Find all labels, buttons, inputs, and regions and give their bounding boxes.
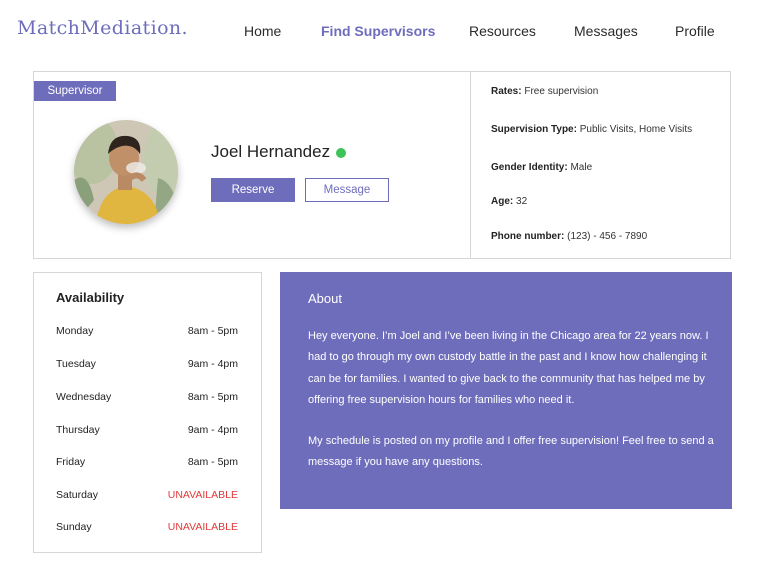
availability-row: Wednesday 8am - 5pm: [56, 391, 238, 405]
detail-label: Gender Identity:: [491, 162, 568, 173]
detail-value: Free supervision: [524, 86, 599, 97]
nav-profile[interactable]: Profile: [675, 23, 715, 39]
availability-day: Sunday: [56, 521, 92, 533]
availability-day: Thursday: [56, 424, 100, 436]
detail-supervision-type: Supervision Type: Public Visits, Home Vi…: [491, 124, 692, 135]
availability-hours: UNAVAILABLE: [167, 489, 238, 501]
detail-label: Rates:: [491, 86, 522, 97]
availability-day: Tuesday: [56, 358, 96, 370]
availability-hours: 8am - 5pm: [187, 391, 238, 403]
availability-hours: 9am - 4pm: [187, 424, 238, 436]
availability-row: Sunday UNAVAILABLE: [56, 521, 238, 535]
divider: [470, 72, 471, 258]
nav-home[interactable]: Home: [244, 23, 281, 39]
availability-hours: 8am - 5pm: [187, 325, 238, 337]
availability-row: Saturday UNAVAILABLE: [56, 489, 238, 503]
availability-day: Monday: [56, 325, 94, 337]
detail-gender-identity: Gender Identity: Male: [491, 162, 592, 173]
availability-row: Thursday 9am - 4pm: [56, 424, 238, 438]
detail-age: Age: 32: [491, 196, 527, 207]
availability-day: Saturday: [56, 489, 99, 501]
availability-card: Availability Monday 8am - 5pm Tuesday 9a…: [33, 272, 262, 553]
online-status-indicator: [336, 148, 346, 158]
detail-value: 32: [516, 196, 528, 207]
detail-value: Public Visits, Home Visits: [579, 124, 693, 135]
detail-phone: Phone number: (123) - 456 - 7890: [491, 231, 647, 242]
supervisor-name: Joel Hernandez: [211, 142, 331, 161]
availability-hours: 8am - 5pm: [187, 456, 238, 468]
availability-row: Monday 8am - 5pm: [56, 325, 238, 339]
about-title: About: [308, 291, 342, 306]
profile-card: Supervisor Joel Hernandez Reserve Messag…: [33, 71, 731, 259]
nav-find-supervisors[interactable]: Find Supervisors: [321, 23, 435, 39]
detail-label: Age:: [491, 196, 514, 207]
nav-resources[interactable]: Resources: [469, 23, 536, 39]
availability-row: Tuesday 9am - 4pm: [56, 358, 238, 372]
about-paragraph: Hey everyone. I’m Joel and I’ve been liv…: [308, 330, 709, 406]
availability-hours: 9am - 4pm: [187, 358, 238, 370]
availability-day: Wednesday: [56, 391, 112, 403]
supervisor-badge: Supervisor: [34, 81, 116, 101]
availability-row: Friday 8am - 5pm: [56, 456, 238, 470]
nav-messages[interactable]: Messages: [574, 23, 638, 39]
avatar: [74, 120, 178, 224]
detail-rates: Rates: Free supervision: [491, 86, 598, 97]
about-paragraph: My schedule is posted on my profile and …: [308, 435, 714, 469]
avatar-photo: [74, 120, 178, 224]
availability-hours: UNAVAILABLE: [167, 521, 238, 533]
availability-day: Friday: [56, 456, 86, 468]
logo[interactable]: MatchMediation.: [17, 17, 188, 39]
about-card: About Hey everyone. I’m Joel and I’ve be…: [280, 272, 732, 509]
detail-label: Phone number:: [491, 231, 565, 242]
message-button[interactable]: Message: [305, 178, 389, 202]
detail-value: Male: [570, 162, 593, 173]
reserve-button[interactable]: Reserve: [211, 178, 295, 202]
detail-label: Supervision Type:: [491, 124, 577, 135]
availability-title: Availability: [56, 290, 125, 305]
detail-value: (123) - 456 - 7890: [567, 231, 648, 242]
